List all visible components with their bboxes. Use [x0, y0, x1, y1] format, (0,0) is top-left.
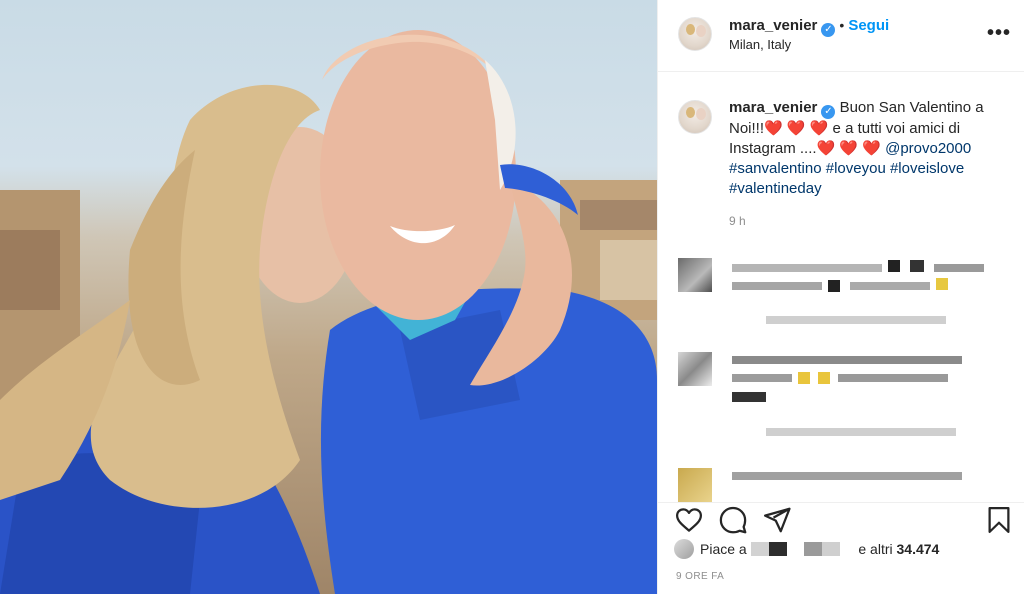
share-icon[interactable] [762, 505, 792, 535]
post-sidebar: mara_venier ✓ • Segui Milan, Italy ••• mara… [657, 0, 1024, 594]
caption-timestamp: 9 h [729, 214, 746, 228]
follow-button[interactable]: Segui [848, 17, 889, 34]
liker-avatar[interactable] [674, 539, 694, 559]
hashtag-link[interactable]: #loveyou [826, 160, 886, 177]
redacted-text [888, 260, 900, 272]
redacted-text [732, 392, 766, 402]
redacted-avatar [678, 258, 712, 292]
comment-icon[interactable] [718, 505, 748, 535]
likes-count[interactable]: 34.474 [897, 541, 940, 557]
redacted-meta [766, 316, 946, 324]
comments-area: mara_venier ✓ Buon San Valentino a Noi!!!… [658, 72, 1024, 502]
mention-link[interactable]: @provo2000 [885, 140, 971, 157]
heart-emoji-group-1: ❤️ ❤️ ❤️ [764, 120, 829, 137]
redacted-emoji [936, 278, 948, 290]
caption-username[interactable]: mara_venier [729, 99, 817, 116]
location-link[interactable]: Milan, Italy [729, 37, 791, 52]
redacted-text [732, 282, 822, 290]
hashtag-link[interactable]: #valentineday [729, 180, 822, 197]
redacted-text [934, 264, 984, 272]
hashtag-link[interactable]: #sanvalentino [729, 160, 822, 177]
redacted-emoji [798, 372, 810, 384]
post-timestamp: 9 ORE FA [676, 571, 725, 582]
post-photo[interactable] [0, 0, 657, 594]
redacted-comment [678, 468, 1018, 502]
header-user-line: mara_venier ✓ • Segui [729, 17, 889, 37]
redacted-avatar [678, 352, 712, 386]
redacted-text [910, 260, 924, 272]
post-header: mara_venier ✓ • Segui Milan, Italy ••• [658, 0, 1024, 72]
redacted-avatar [678, 468, 712, 502]
likes-prefix: Piace a [700, 541, 747, 557]
more-horizontal-icon[interactable]: ••• [987, 22, 1011, 45]
likes-others-prefix: e altri [858, 541, 893, 557]
separator-dot: • [839, 17, 845, 33]
redacted-liker-name[interactable] [804, 542, 841, 556]
redacted-meta [766, 428, 956, 436]
redacted-liker-name[interactable] [750, 542, 787, 556]
redacted-text [850, 282, 930, 290]
redacted-text [732, 374, 792, 382]
heart-icon[interactable] [674, 505, 704, 535]
heart-emoji-group-2: ❤️ ❤️ ❤️ [816, 140, 881, 157]
photo-illustration [0, 30, 657, 594]
redacted-emoji [818, 372, 830, 384]
avatar[interactable] [678, 17, 712, 51]
post-actions: Piace a e altri 34.474 9 ORE FA [658, 502, 1024, 594]
redacted-text [732, 264, 882, 272]
caption-text: mara_venier ✓ Buon San Valentino a Noi!!!… [729, 98, 999, 199]
verified-badge-icon: ✓ [821, 23, 836, 37]
likes-summary: Piace a e altri 34.474 [674, 539, 939, 559]
verified-badge-icon: ✓ [821, 105, 836, 119]
bookmark-icon[interactable] [984, 505, 1014, 535]
redacted-text [732, 472, 962, 480]
redacted-text [732, 356, 962, 364]
redacted-comment [678, 352, 1018, 452]
caption-avatar[interactable] [678, 100, 712, 134]
hashtag-link[interactable]: #loveislove [890, 160, 964, 177]
redacted-comment [678, 258, 1018, 348]
username-link[interactable]: mara_venier [729, 17, 817, 34]
redacted-text [828, 280, 840, 292]
redacted-text [838, 374, 948, 382]
